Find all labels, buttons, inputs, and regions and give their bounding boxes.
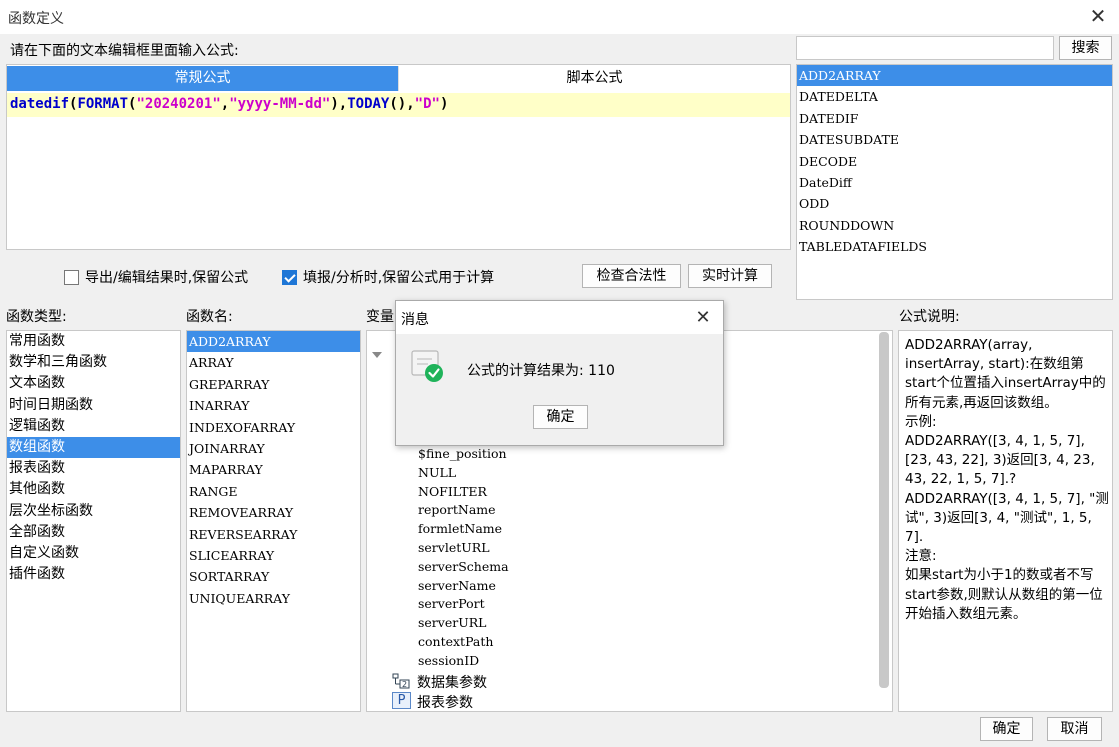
- dialog-close-icon[interactable]: ✕: [692, 307, 714, 329]
- dataset-params-node[interactable]: 数据集参数: [417, 672, 487, 692]
- category-item[interactable]: 常用函数: [7, 331, 180, 352]
- variable-item[interactable]: serverName: [418, 577, 718, 596]
- category-list[interactable]: 常用函数 数学和三角函数 文本函数 时间日期函数 逻辑函数 数组函数 报表函数 …: [6, 330, 181, 712]
- category-item[interactable]: 逻辑函数: [7, 416, 180, 437]
- function-item[interactable]: SLICEARRAY: [187, 545, 360, 566]
- variables-scrollbar[interactable]: [879, 332, 889, 688]
- variable-item[interactable]: serverSchema: [418, 558, 718, 577]
- variables-list: $fine_position NULL NOFILTER reportName …: [418, 445, 718, 671]
- search-results-list[interactable]: ADD2ARRAY DATEDELTA DATEDIF DATESUBDATE …: [796, 64, 1113, 300]
- function-name-label: 函数名:: [186, 309, 233, 325]
- description-label: 公式说明:: [899, 309, 960, 325]
- variable-item[interactable]: contextPath: [418, 633, 718, 652]
- function-item[interactable]: REMOVEARRAY: [187, 502, 360, 523]
- category-item[interactable]: 文本函数: [7, 373, 180, 394]
- option-keep-formula-fill[interactable]: 填报/分析时,保留公式用于计算: [282, 266, 494, 288]
- function-item[interactable]: RANGE: [187, 481, 360, 502]
- function-item[interactable]: UNIQUEARRAY: [187, 588, 360, 609]
- function-item[interactable]: MAPARRAY: [187, 459, 360, 480]
- function-list[interactable]: ADD2ARRAY ARRAY GREPARRAY INARRAY INDEXO…: [186, 330, 361, 712]
- function-item[interactable]: ARRAY: [187, 352, 360, 373]
- list-item[interactable]: DECODE: [797, 151, 1112, 172]
- tab-script-formula[interactable]: 脚本公式: [398, 66, 790, 91]
- list-item[interactable]: ODD: [797, 193, 1112, 214]
- category-item[interactable]: 其他函数: [7, 479, 180, 500]
- variable-item[interactable]: NULL: [418, 464, 718, 483]
- dialog-title-bar: [396, 301, 723, 334]
- category-label: 函数类型:: [6, 309, 67, 325]
- list-item[interactable]: ADD2ARRAY: [797, 65, 1112, 87]
- title-bar: [0, 0, 1119, 34]
- dialog-message: 公式的计算结果为: 110: [467, 363, 615, 379]
- expand-arrow-icon[interactable]: [372, 352, 382, 358]
- variable-item[interactable]: formletName: [418, 520, 718, 539]
- variable-item[interactable]: serverPort: [418, 595, 718, 614]
- cancel-button[interactable]: 取消: [1047, 717, 1102, 741]
- list-item[interactable]: DATEDIF: [797, 108, 1112, 129]
- close-icon[interactable]: ✕: [1086, 4, 1110, 28]
- function-item[interactable]: INARRAY: [187, 395, 360, 416]
- description-text: ADD2ARRAY(array, insertArray, start):在数组…: [905, 337, 1109, 622]
- list-item[interactable]: TABLEDATAFIELDS: [797, 236, 1112, 257]
- list-item[interactable]: ROUNDDOWN: [797, 215, 1112, 236]
- category-item[interactable]: 报表函数: [7, 458, 180, 479]
- list-item[interactable]: DATEDELTA: [797, 86, 1112, 107]
- option-keep-formula-export[interactable]: 导出/编辑结果时,保留公式: [64, 266, 248, 288]
- ok-button[interactable]: 确定: [980, 717, 1033, 741]
- function-item[interactable]: JOINARRAY: [187, 438, 360, 459]
- variable-item[interactable]: reportName: [418, 501, 718, 520]
- variable-item[interactable]: serverURL: [418, 614, 718, 633]
- function-item[interactable]: SORTARRAY: [187, 566, 360, 587]
- variable-item[interactable]: servletURL: [418, 539, 718, 558]
- variables-label: 变量: [366, 309, 394, 325]
- check-validity-button[interactable]: 检查合法性: [582, 264, 681, 288]
- category-item[interactable]: 层次坐标函数: [7, 501, 180, 522]
- list-item[interactable]: DateDiff: [797, 172, 1112, 193]
- variable-item[interactable]: NOFILTER: [418, 483, 718, 502]
- list-item[interactable]: DATESUBDATE: [797, 129, 1112, 150]
- window-title: 函数定义: [8, 11, 64, 27]
- search-input[interactable]: [796, 36, 1054, 60]
- tab-regular-formula[interactable]: 常规公式: [7, 66, 398, 91]
- dataset-param-icon: 2: [392, 673, 414, 693]
- report-param-icon: P: [392, 692, 411, 709]
- message-dialog: 消息 ✕ 公式的计算结果为: 110 确定: [395, 300, 724, 446]
- function-item[interactable]: ADD2ARRAY: [187, 331, 360, 353]
- checkbox-unchecked-icon[interactable]: [64, 269, 79, 285]
- editor-prompt: 请在下面的文本编辑框里面输入公式:: [10, 43, 239, 59]
- variable-item[interactable]: sessionID: [418, 652, 718, 671]
- function-item[interactable]: REVERSEARRAY: [187, 524, 360, 545]
- report-params-node[interactable]: 报表参数: [417, 692, 473, 712]
- category-item[interactable]: 插件函数: [7, 564, 180, 585]
- dialog-ok-button[interactable]: 确定: [533, 405, 588, 429]
- search-button[interactable]: 搜索: [1059, 36, 1112, 60]
- category-item[interactable]: 数学和三角函数: [7, 352, 180, 373]
- function-item[interactable]: GREPARRAY: [187, 374, 360, 395]
- variable-item[interactable]: $fine_position: [418, 445, 718, 464]
- category-item[interactable]: 时间日期函数: [7, 395, 180, 416]
- function-item[interactable]: INDEXOFARRAY: [187, 417, 360, 438]
- category-item[interactable]: 全部函数: [7, 522, 180, 543]
- category-item[interactable]: 自定义函数: [7, 543, 180, 564]
- dialog-title: 消息: [401, 312, 429, 328]
- category-item[interactable]: 数组函数: [7, 436, 180, 459]
- checkbox-checked-icon[interactable]: [282, 269, 297, 285]
- success-check-icon: [410, 349, 444, 383]
- realtime-calc-button[interactable]: 实时计算: [688, 264, 772, 288]
- svg-text:2: 2: [402, 680, 407, 689]
- formula-editor[interactable]: [6, 64, 791, 250]
- formula-text[interactable]: datedif(FORMAT("20240201","yyyy-MM-dd"),…: [10, 94, 448, 114]
